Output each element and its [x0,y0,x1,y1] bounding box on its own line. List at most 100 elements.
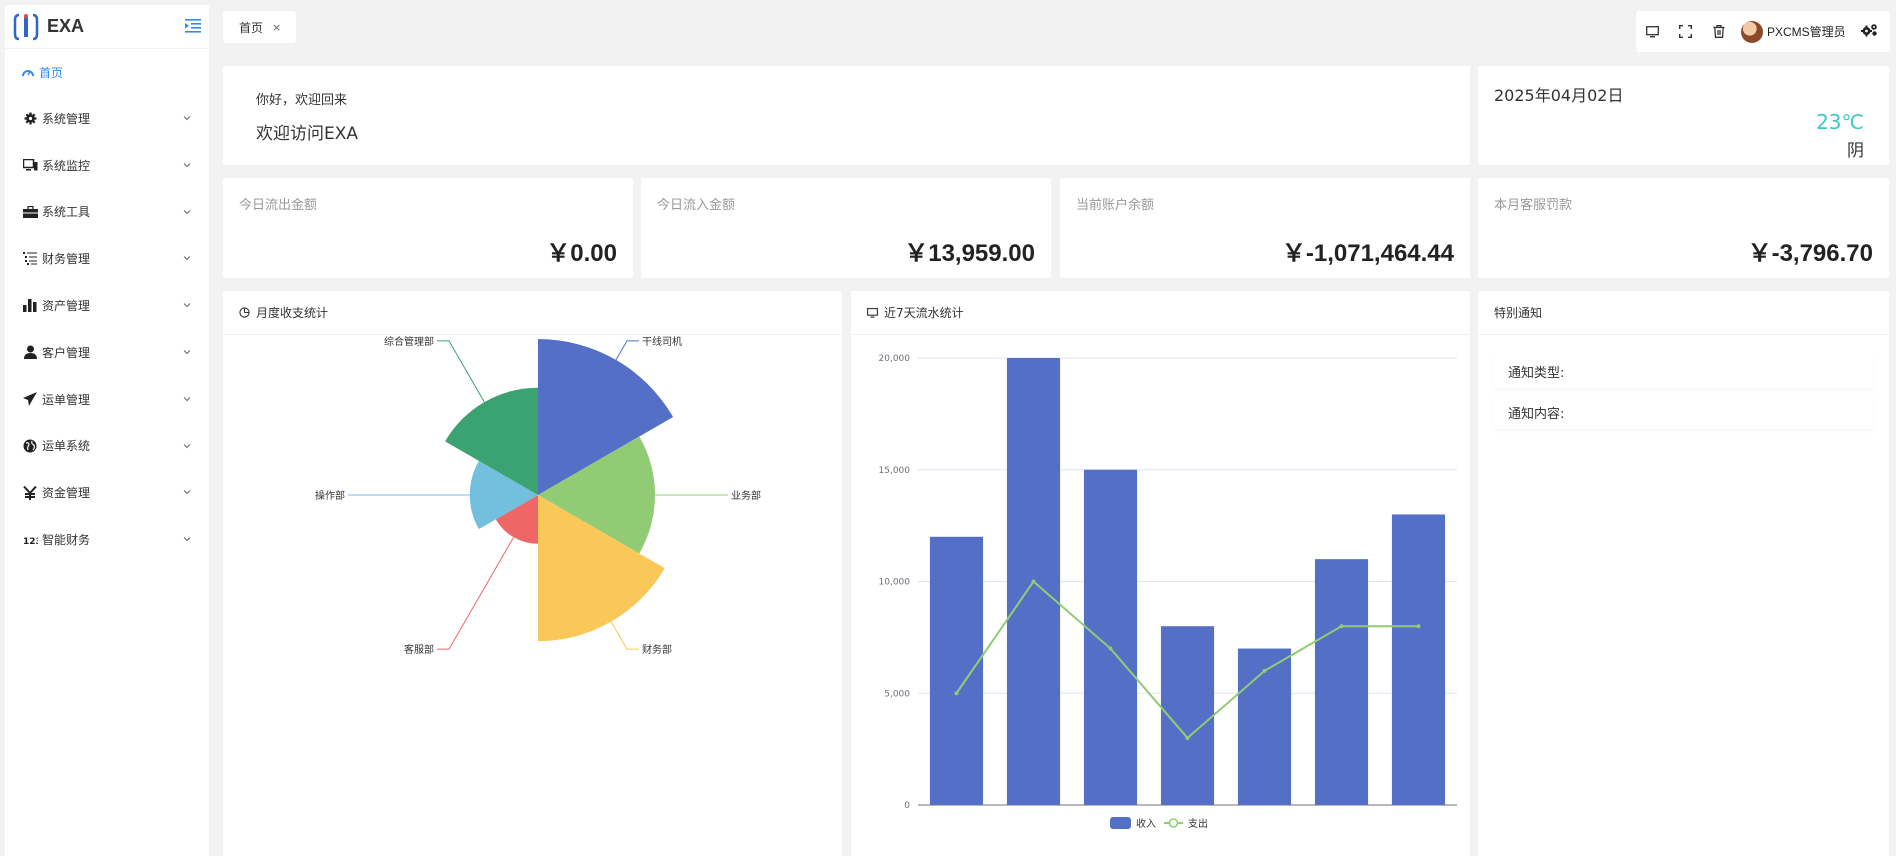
sidebar-item-smart-finance[interactable]: 123 智能财务 [5,516,209,563]
legend-marker-expense [1168,818,1179,828]
weather-condition: 阴 [1847,141,1864,161]
rose-pie-chart: 干线司机业务部财务部 客服部 操作部 综合管理部 [315,336,761,656]
logo: EXA [5,5,209,49]
bar-chart-icon [22,298,38,314]
sidebar-item-label: 资金管理 [42,486,91,501]
list-icon [22,251,38,267]
chevron-down-icon [183,116,191,121]
sidebar: EXA 首页 系统管理 系统监控 系统工具 财务管理 资产管理 客户管理 运单管… [5,5,209,856]
pie-label-line [437,340,485,403]
line-point [954,691,959,696]
y-tick-label: 5,000 [884,689,910,699]
legend-swatch-income [1110,817,1131,829]
pie-label: 操作部 [315,489,345,502]
sidebar-item-assets[interactable]: 资产管理 [5,282,209,329]
sidebar-item-tools[interactable]: 系统工具 [5,189,209,236]
line-point [1262,668,1267,673]
stat-card-balance: 当前账户余额 ￥-1,071,464.44 [1060,178,1470,278]
top-toolbar: PXCMS管理员 [1636,11,1890,52]
chevron-down-icon [183,209,191,214]
stat-label: 今日流出金额 [239,198,318,213]
pie-label: 业务部 [731,489,761,502]
pie-label: 财务部 [642,643,672,656]
stat-value: ￥13,959.00 [904,240,1035,267]
trash-icon[interactable] [1702,11,1735,52]
avatar[interactable] [1741,20,1763,43]
current-date: 2025年04月02日 [1494,86,1624,105]
user-name[interactable]: PXCMS管理员 [1767,23,1846,40]
chevron-down-icon [183,162,191,168]
sidebar-item-label: 资产管理 [42,299,91,314]
stat-card-inflow: 今日流入金额 ￥13,959.00 [641,178,1051,278]
chevron-down-icon [183,443,191,448]
pie-chart-icon [239,307,250,318]
dashboard-icon [22,70,34,77]
temperature: 23℃ [1816,110,1864,134]
notice-content-row: 通知内容: [1494,395,1873,429]
legend-label-income: 收入 [1136,817,1156,830]
notice-panel: 特别通知 通知类型: 通知内容: [1478,291,1889,856]
sidebar-item-waybill-system[interactable]: 运单系统 [5,423,209,470]
chevron-down-icon [183,537,191,542]
pie-label-line [615,340,639,361]
sidebar-item-waybill[interactable]: 运单管理 [5,376,209,423]
sidebar-item-home[interactable]: 首页 [5,49,209,95]
panel-title: 月度收支统计 [256,306,329,320]
bar [929,536,984,805]
pie-label: 综合管理部 [384,336,434,348]
sidebar-item-label: 系统管理 [42,111,91,126]
panel-header: 近7天流水统计 [851,291,1470,335]
chevron-down-icon [183,256,191,261]
stat-label: 本月客服罚款 [1494,198,1573,213]
stat-label: 今日流入金额 [657,198,736,213]
bar [1314,559,1369,805]
sidebar-item-system[interactable]: 系统管理 [5,95,209,142]
chevron-down-icon [183,303,191,308]
app-name: EXA [47,16,85,36]
panel-header: 月度收支统计 [223,291,842,335]
monitor-icon[interactable] [1636,11,1669,52]
monthly-stats-panel: 月度收支统计 干线司机业务部财务部 客服部 操作部 综合管理部 [223,291,842,856]
y-tick-label: 15,000 [879,466,911,476]
sidebar-item-label: 客户管理 [42,345,91,360]
sidebar-item-customers[interactable]: 客户管理 [5,329,209,376]
pie-label: 干线司机 [642,336,682,348]
tab-home[interactable]: 首页 × [223,11,296,43]
bar [1083,469,1138,805]
gear-icon [22,110,38,126]
notice-type-row: 通知类型: [1494,354,1873,388]
monitor-icon [22,157,38,173]
sidebar-item-label: 运单系统 [42,439,91,454]
welcome-card: 你好，欢迎回来 欢迎访问EXA [223,66,1470,165]
bar-line-chart: 0 5,000 10,000 15,000 20,000 收入 支出 [879,354,1457,830]
settings-gears-icon[interactable] [1860,22,1878,41]
pie-label-line [610,621,639,650]
pie-label: 客服部 [404,643,434,656]
sidebar-item-funds[interactable]: 资金管理 [5,469,209,516]
stat-value: ￥0.00 [546,240,617,267]
svg-text:123: 123 [23,537,38,545]
chevron-down-icon [183,350,191,355]
line-point [1185,735,1190,740]
y-tick-label: 20,000 [879,354,911,364]
sidebar-item-label: 首页 [39,65,64,80]
sidebar-item-monitor[interactable]: 系统监控 [5,142,209,189]
fullscreen-icon[interactable] [1669,11,1702,52]
panel-title: 近7天流水统计 [884,306,964,320]
numbers-icon: 123 [22,532,38,548]
pie-label-line [437,536,515,650]
bar [1391,514,1446,805]
panel-header: 特别通知 [1478,291,1889,335]
line-point [1031,579,1036,584]
toolbox-icon [22,204,38,220]
sidebar-item-finance[interactable]: 财务管理 [5,235,209,282]
tab-label: 首页 [239,20,264,35]
sidebar-toggle-icon[interactable] [185,19,201,33]
globe-icon [22,438,38,454]
weekly-flow-panel: 近7天流水统计 0 5,000 10,000 15,000 20,000 收入 支出 [851,291,1470,856]
weather-card: 2025年04月02日 23℃ 阴 [1478,66,1889,165]
close-tab-icon[interactable]: × [272,21,281,34]
sidebar-item-label: 智能财务 [42,533,91,548]
stat-card-penalty: 本月客服罚款 ￥-3,796.70 [1478,178,1889,278]
legend-label-expense: 支出 [1188,817,1208,830]
